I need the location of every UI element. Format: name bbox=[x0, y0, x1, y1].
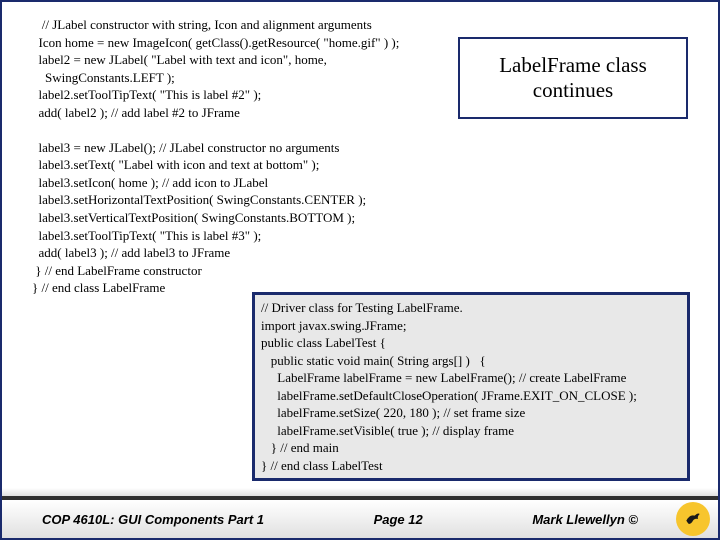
footer-center: Page 12 bbox=[374, 512, 423, 527]
callout-text: LabelFrame class continues bbox=[499, 53, 647, 102]
code-block-main: // JLabel constructor with string, Icon … bbox=[32, 16, 399, 297]
pegasus-icon bbox=[683, 509, 703, 529]
callout-box: LabelFrame class continues bbox=[458, 37, 688, 119]
slide-footer: COP 4610L: GUI Components Part 1 Page 12… bbox=[2, 496, 718, 538]
driver-code-box: // Driver class for Testing LabelFrame. … bbox=[252, 292, 690, 481]
footer-left: COP 4610L: GUI Components Part 1 bbox=[42, 512, 264, 527]
footer-shadow bbox=[2, 488, 718, 496]
ucf-pegasus-logo bbox=[676, 502, 710, 536]
slide-frame: // JLabel constructor with string, Icon … bbox=[0, 0, 720, 540]
footer-right: Mark Llewellyn © bbox=[532, 512, 638, 527]
